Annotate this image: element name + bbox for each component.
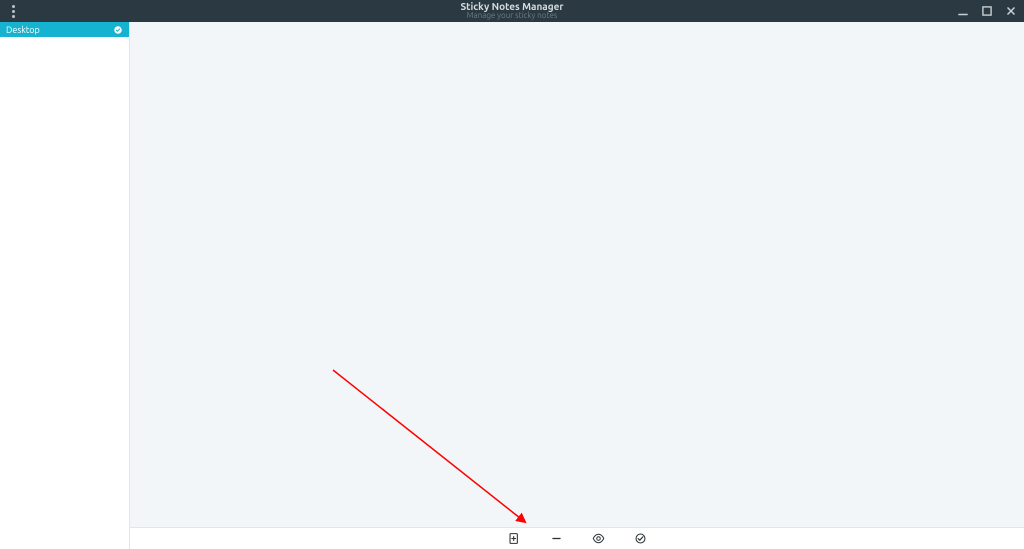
- annotation-arrow: [130, 22, 1024, 527]
- titlebar-left: [8, 0, 19, 22]
- notes-canvas[interactable]: [130, 22, 1024, 527]
- sidebar-item-label: Desktop: [6, 25, 40, 35]
- new-note-button[interactable]: [506, 531, 522, 547]
- main-area: [130, 22, 1024, 549]
- visibility-toggle-button[interactable]: [590, 531, 606, 547]
- sidebar: Desktop: [0, 22, 130, 549]
- window-controls: [956, 0, 1018, 22]
- bottom-toolbar: [130, 527, 1024, 549]
- titlebar: Sticky Notes Manager Manage your sticky …: [0, 0, 1024, 22]
- titlebar-title-block: Sticky Notes Manager Manage your sticky …: [0, 1, 1024, 21]
- window-subtitle: Manage your sticky notes: [0, 12, 1024, 21]
- window-title: Sticky Notes Manager: [0, 1, 1024, 12]
- remove-button[interactable]: [548, 531, 564, 547]
- minimize-button[interactable]: [956, 4, 970, 18]
- close-button[interactable]: [1004, 4, 1018, 18]
- all-visible-toggle-button[interactable]: [632, 531, 648, 547]
- sidebar-item-desktop[interactable]: Desktop: [0, 22, 129, 37]
- maximize-button[interactable]: [980, 4, 994, 18]
- check-circle-icon: [113, 25, 123, 35]
- app-menu-button[interactable]: [8, 3, 19, 20]
- app-body: Desktop: [0, 22, 1024, 549]
